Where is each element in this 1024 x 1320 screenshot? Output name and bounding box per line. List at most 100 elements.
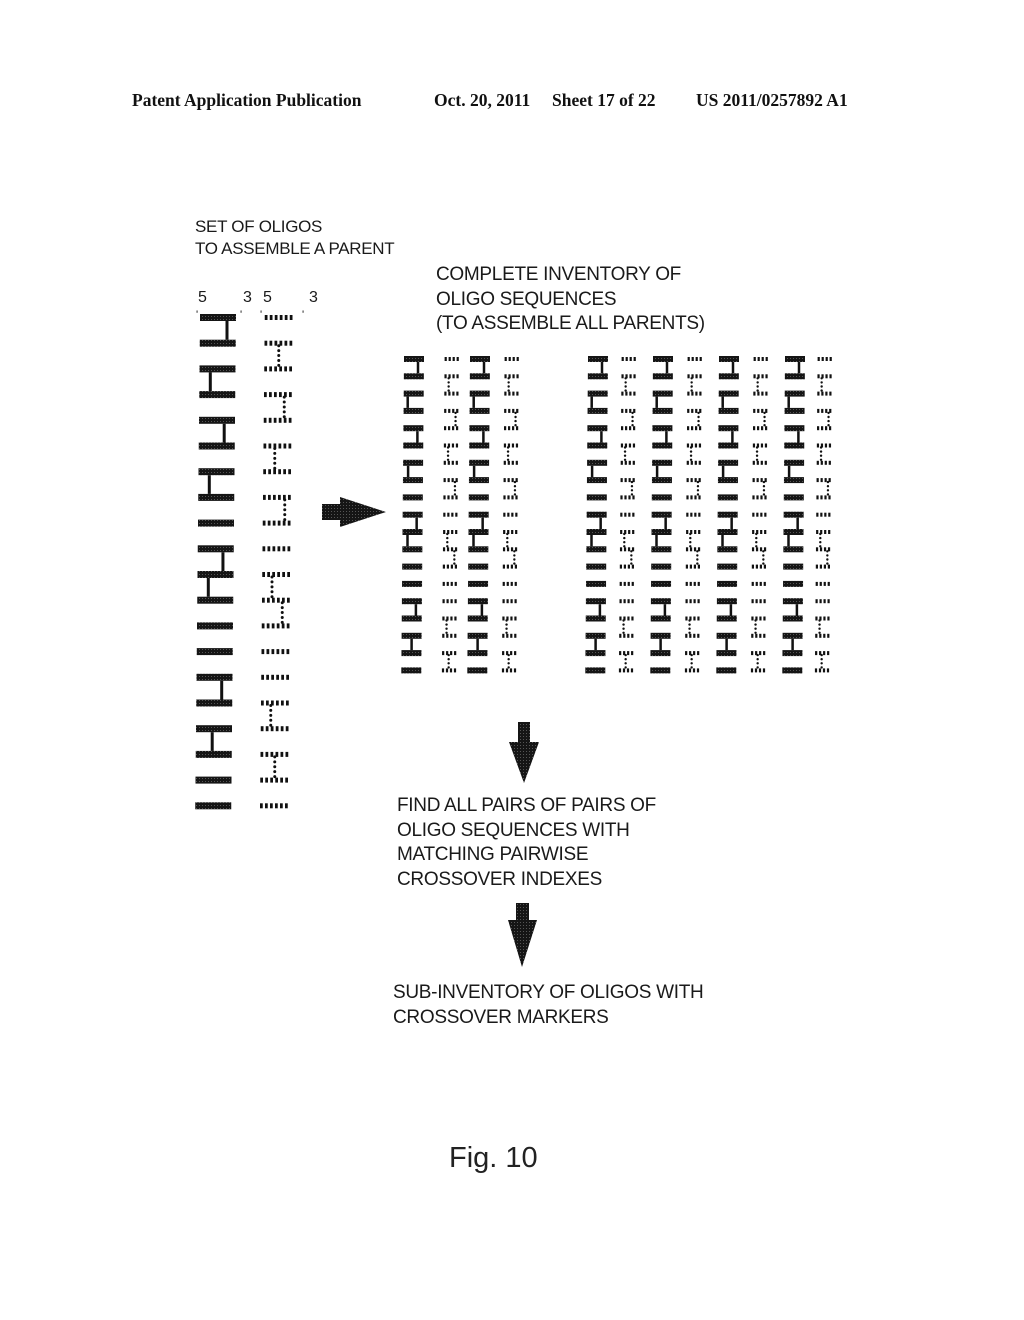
dotted-oligo-segment (689, 547, 693, 552)
dotted-crossover-link-dot (445, 627, 448, 630)
dotted-crossover-link-dot (282, 395, 286, 399)
dotted-oligo-segment (504, 391, 507, 396)
dotted-oligo-segment (260, 751, 264, 757)
solid-oligo-bar (650, 615, 671, 622)
solid-oligo-bar (718, 407, 739, 414)
dotted-oligo-segment (506, 581, 509, 586)
dotted-oligo-segment (819, 581, 822, 586)
dotted-oligo-segment (759, 564, 762, 569)
dotted-oligo-segment (687, 374, 690, 379)
solid-crossover-link (731, 362, 735, 374)
dotted-oligo-segment (444, 408, 447, 413)
dotted-crossover-link-dot (447, 377, 450, 380)
dotted-oligo-segment (282, 546, 286, 552)
dotted-oligo-segment (287, 520, 291, 526)
dotted-oligo-segment (823, 547, 827, 552)
solid-crossover-link (481, 517, 484, 529)
dotted-oligo-segment (272, 546, 276, 552)
dotted-oligo-segment (751, 616, 754, 621)
dotted-oligo-segment (442, 564, 445, 569)
dotted-oligo-segment (696, 668, 700, 673)
solid-oligo-bar (403, 442, 424, 449)
dotted-oligo-segment (286, 623, 290, 629)
dotted-oligo-segment (755, 599, 758, 604)
solid-crossover-link (600, 431, 603, 443)
dotted-5-prime-tick: ' (260, 309, 262, 321)
dotted-oligo-segment (623, 599, 626, 604)
dotted-oligo-segment (455, 443, 459, 448)
dotted-crossover-link-dot (688, 627, 691, 630)
dotted-crossover-link-dot (762, 489, 766, 492)
dotted-oligo-segment (824, 460, 827, 465)
dotted-oligo-segment (826, 668, 830, 673)
dotted-oligo-segment (760, 478, 763, 483)
dotted-oligo-segment (277, 546, 281, 552)
dotted-oligo-segment (689, 599, 692, 604)
solid-crossover-link (406, 535, 409, 547)
solid-oligo-bar (403, 390, 424, 397)
solid-oligo-bar (195, 802, 232, 810)
dotted-crossover-link-dot (507, 389, 510, 392)
dotted-oligo-segment (443, 530, 446, 534)
dotted-oligo-segment (761, 426, 764, 431)
dotted-oligo-segment (829, 426, 832, 431)
dotted-oligo-segment (632, 530, 635, 534)
solid-oligo-bar (469, 373, 490, 380)
dotted-oligo-segment (694, 530, 697, 534)
dotted-oligo-segment (275, 777, 278, 783)
dotted-crossover-link-dot (689, 536, 692, 540)
dotted-crossover-link-dot (763, 411, 766, 415)
dotted-oligo-segment (503, 443, 507, 448)
dotted-crossover-link-dot (270, 580, 274, 584)
dotted-oligo-segment (452, 374, 455, 379)
dotted-crossover-link-dot (826, 489, 830, 492)
dotted-crossover-link-dot (826, 550, 829, 553)
solid-oligo-bar (196, 699, 233, 707)
dotted-oligo-segment (825, 391, 828, 396)
solid-oligo-bar (196, 725, 232, 733)
solid-crossover-link (472, 396, 475, 408)
dotted-oligo-segment (275, 803, 278, 809)
dotted-oligo-segment (697, 651, 700, 656)
dotted-oligo-segment (455, 530, 458, 534)
dotted-oligo-segment (508, 426, 511, 431)
dotted-oligo-segment (816, 530, 819, 534)
solid-oligo-bar (196, 673, 233, 681)
dotted-crossover-link-dot (283, 513, 287, 517)
dotted-oligo-segment (699, 391, 702, 396)
solid-oligo-bar (717, 546, 738, 553)
solid-oligo-bar (650, 632, 671, 639)
dotted-oligo-segment (264, 366, 267, 372)
dotted-crossover-link-dot (270, 590, 274, 594)
dotted-crossover-link-dot (446, 541, 449, 544)
dotted-oligo-segment (817, 426, 820, 431)
dotted-crossover-link-dot (690, 377, 693, 380)
solid-crossover-link (590, 396, 593, 408)
dotted-crossover-link-dot (820, 385, 823, 388)
dotted-crossover-link-dot (283, 518, 287, 522)
dotted-crossover-link-dot (818, 623, 821, 626)
dotted-oligo-segment (697, 616, 700, 621)
dotted-oligo-segment (824, 512, 827, 517)
dotted-crossover-link-dot (689, 454, 693, 457)
dotted-crossover-link-dot (273, 447, 277, 450)
dotted-oligo-segment (270, 726, 274, 732)
dotted-oligo-segment (268, 469, 271, 475)
dotted-oligo-segment (621, 374, 624, 379)
dotted-oligo-segment (698, 443, 702, 448)
solid-oligo-bar (782, 650, 803, 657)
solid-crossover-link (730, 517, 733, 529)
solid-oligo-bar (468, 546, 489, 553)
dotted-oligo-segment (455, 460, 458, 465)
dotted-crossover-link-dot (447, 658, 450, 661)
dotted-crossover-link-dot (269, 704, 273, 707)
dotted-oligo-segment (456, 426, 459, 431)
dotted-crossover-link-dot (514, 415, 517, 419)
dotted-oligo-segment (510, 547, 514, 552)
dotted-oligo-segment (281, 700, 284, 706)
dotted-oligo-segment (823, 616, 826, 621)
dotted-oligo-segment (693, 633, 696, 638)
dotted-crossover-link-dot (826, 493, 830, 496)
dotted-oligo-segment (262, 572, 265, 577)
dotted-oligo-segment (752, 478, 755, 483)
